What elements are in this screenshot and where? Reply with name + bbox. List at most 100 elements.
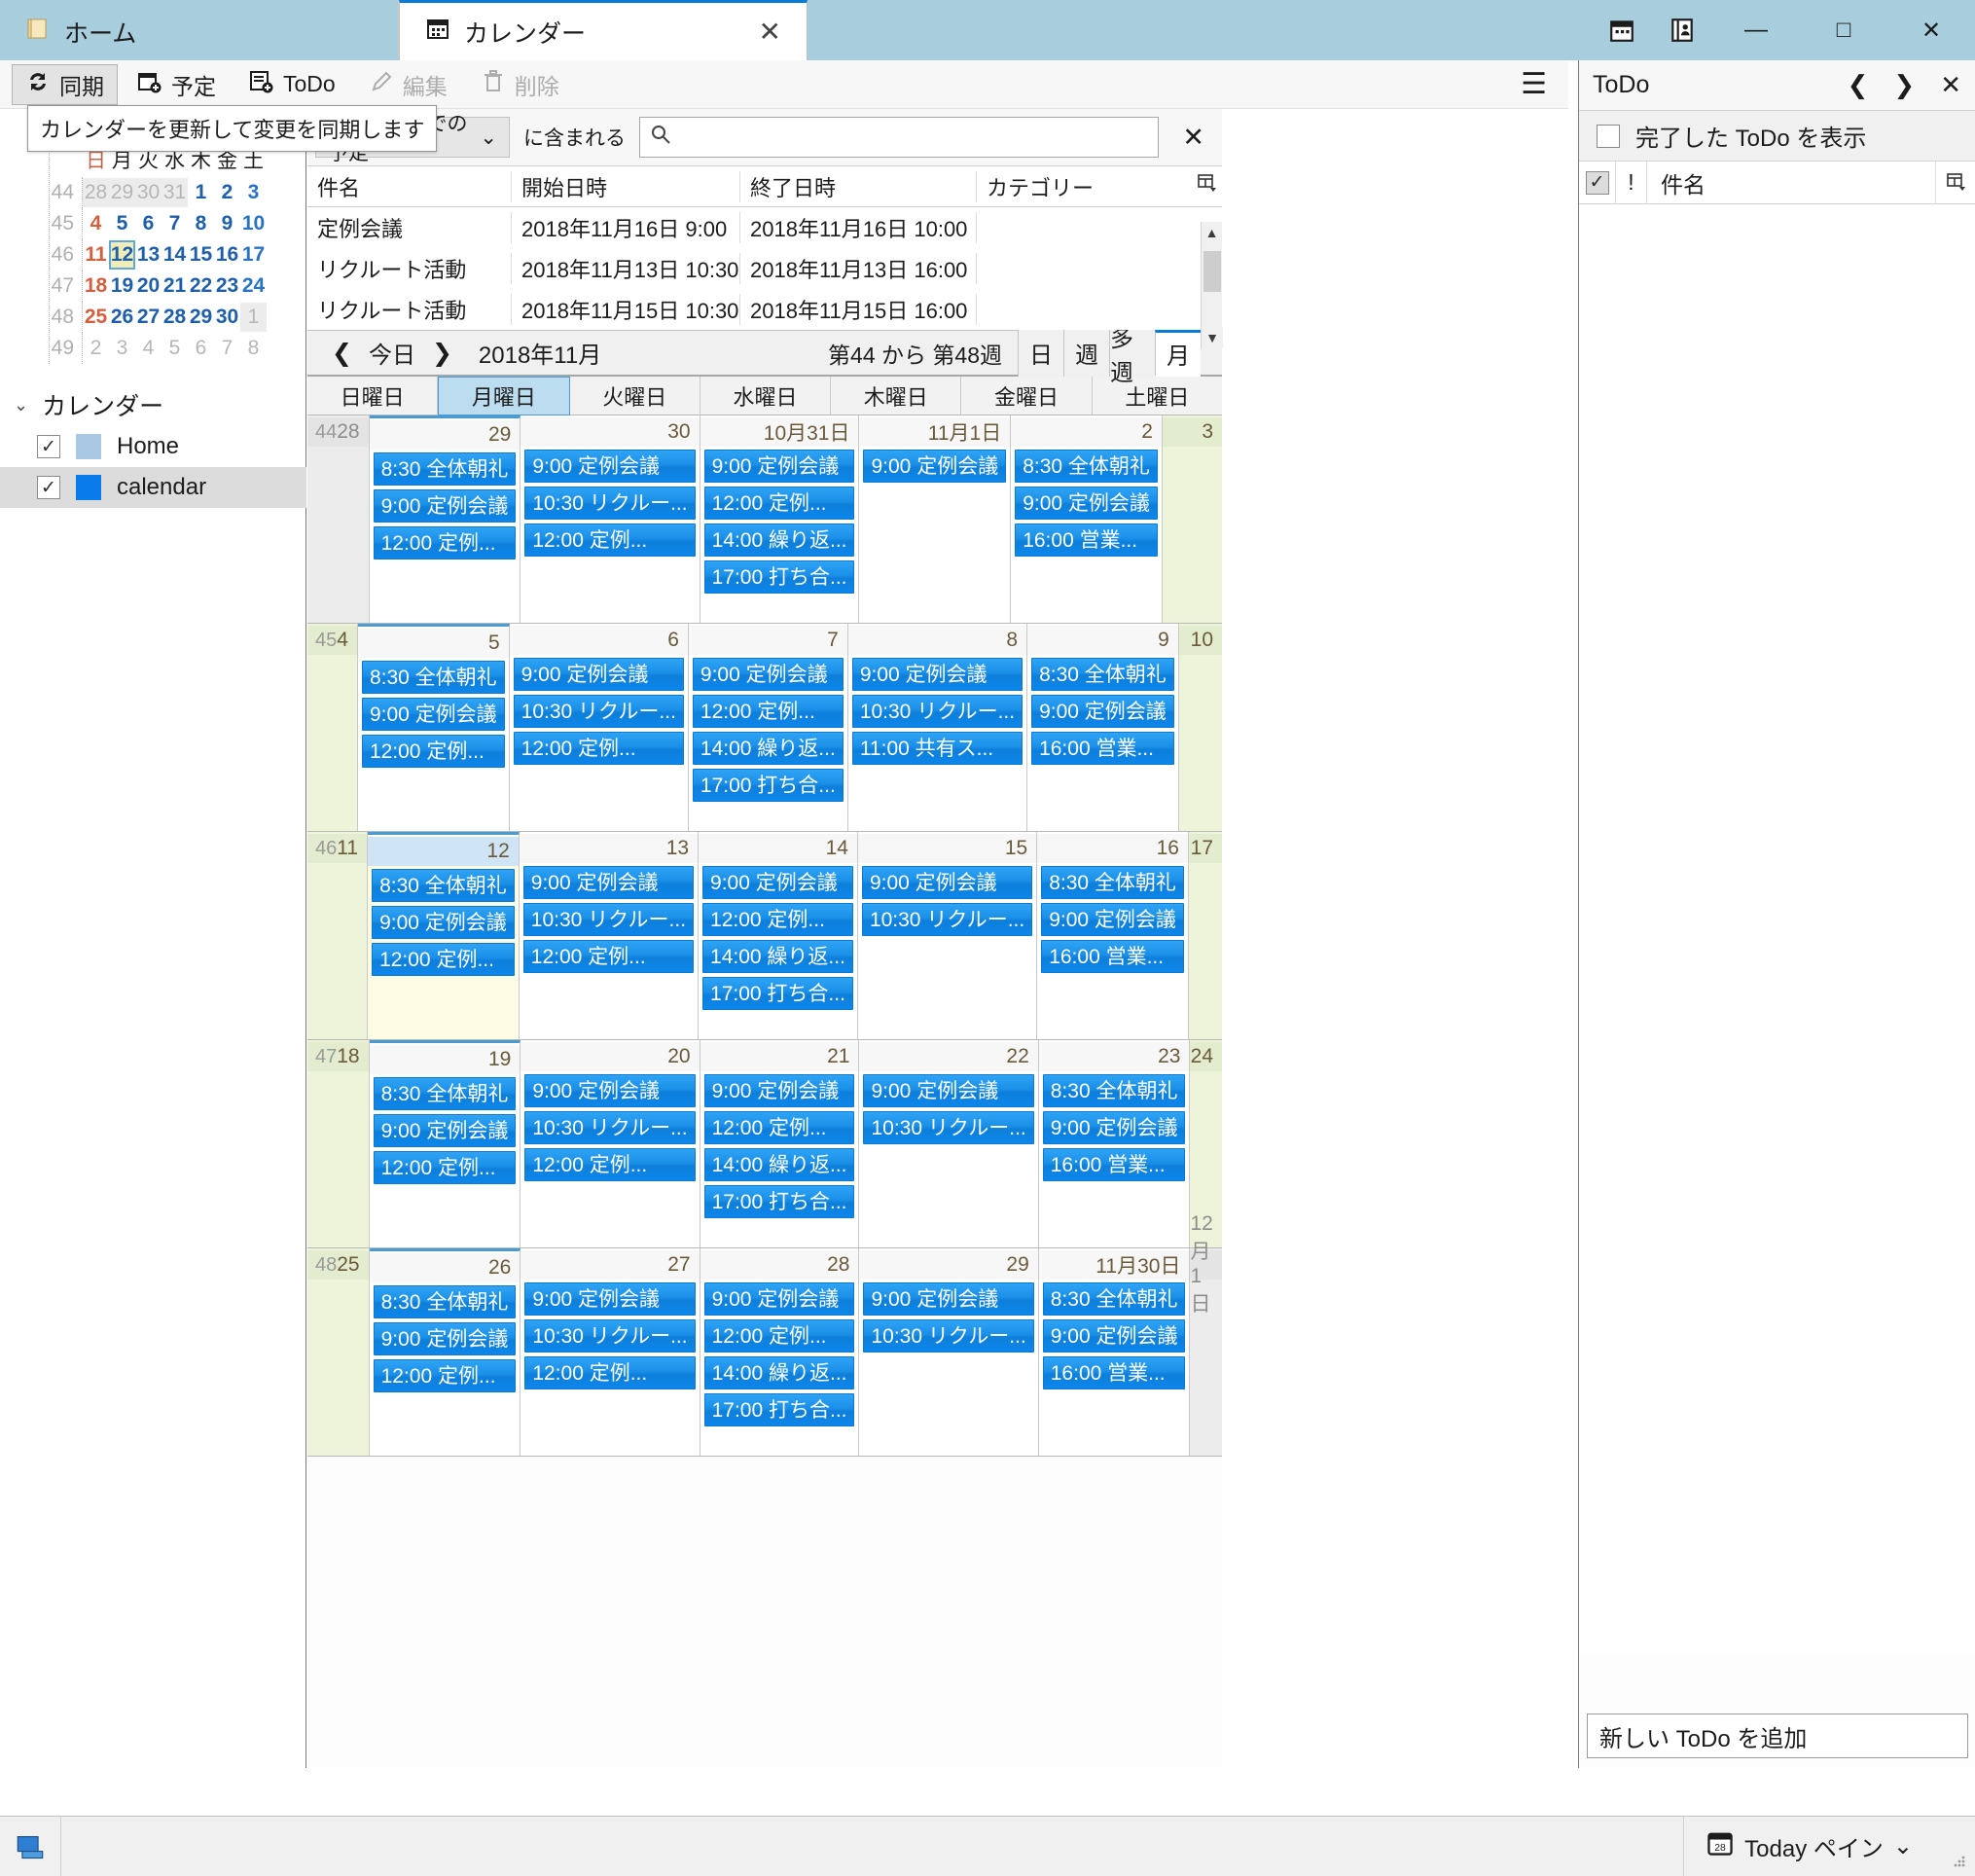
- calendar-event-chip[interactable]: 9:00 定例会議: [373, 1114, 517, 1147]
- calendar-event-chip[interactable]: 8:30 全体朝礼: [373, 452, 517, 486]
- calendar-pane-icon[interactable]: [1592, 0, 1652, 60]
- calendar-event-chip[interactable]: 12:00 定例...: [373, 526, 517, 559]
- view-button-月[interactable]: 月: [1155, 329, 1201, 377]
- calendar-event-chip[interactable]: 9:00 定例会議: [373, 1322, 517, 1355]
- mini-cal-day[interactable]: 28: [83, 178, 109, 207]
- tab-calendar[interactable]: カレンダー ✕: [399, 0, 808, 60]
- calendar-event-chip[interactable]: 8:30 全体朝礼: [373, 1077, 517, 1110]
- calendar-day-cell[interactable]: 9 8:30 全体朝礼 9:00 定例会議 16:00 営業...: [1027, 624, 1179, 831]
- calendar-event-chip[interactable]: 9:00 定例会議: [703, 1282, 855, 1316]
- calendar-event-chip[interactable]: 12:00 定例...: [703, 1111, 855, 1144]
- status-app-icon[interactable]: [0, 1832, 60, 1861]
- calendar-event-chip[interactable]: 10:30 リクルー...: [863, 1111, 1034, 1144]
- calendar-event-chip[interactable]: 9:00 定例会議: [513, 658, 684, 691]
- mini-cal-day[interactable]: 16: [214, 240, 240, 270]
- today-pane-toggle[interactable]: 28 Today ペイン ⌄: [1683, 1816, 1934, 1876]
- next-period-button[interactable]: ❯: [421, 339, 463, 368]
- calendar-event-chip[interactable]: 9:00 定例会議: [1041, 903, 1184, 936]
- calendar-event-chip[interactable]: 12:00 定例...: [703, 487, 855, 520]
- tab-close-icon[interactable]: ✕: [759, 18, 781, 46]
- calendar-event-chip[interactable]: 16:00 営業...: [1042, 1148, 1186, 1181]
- mini-cal-day[interactable]: 5: [109, 209, 135, 238]
- weekday-header-火曜日[interactable]: 火曜日: [569, 377, 700, 415]
- calendar-event-chip[interactable]: 10:30 リクルー...: [513, 695, 684, 728]
- mini-cal-day[interactable]: 8: [188, 209, 214, 238]
- calendar-day-cell[interactable]: 16 8:30 全体朝礼 9:00 定例会議 16:00 営業...: [1037, 832, 1189, 1039]
- calendar-day-cell[interactable]: 11月30日 8:30 全体朝礼 9:00 定例会議 16:00 営業...: [1038, 1248, 1191, 1456]
- calendar-event-chip[interactable]: 17:00 打ち合...: [703, 1393, 855, 1426]
- mini-cal-day[interactable]: 21: [162, 271, 188, 301]
- calendar-day-cell[interactable]: 29 9:00 定例会議 10:30 リクルー...: [859, 1248, 1039, 1456]
- todo-close-button[interactable]: ✕: [1940, 70, 1961, 100]
- calendar-visibility-checkbox[interactable]: ✓: [37, 435, 60, 458]
- search-input-wrapper[interactable]: [639, 117, 1160, 158]
- mini-cal-day[interactable]: 30: [135, 178, 162, 207]
- calendar-event-chip[interactable]: 8:30 全体朝礼: [1015, 450, 1158, 483]
- mini-cal-day[interactable]: 29: [109, 178, 135, 207]
- calendar-day-cell[interactable]: 19 8:30 全体朝礼 9:00 定例会議 12:00 定例...: [369, 1040, 521, 1247]
- mini-cal-day[interactable]: 6: [135, 209, 162, 238]
- weekday-header-月曜日[interactable]: 月曜日: [438, 377, 570, 415]
- mini-cal-day[interactable]: 2: [83, 334, 109, 363]
- search-input[interactable]: [681, 126, 1149, 149]
- close-button[interactable]: ✕: [1887, 0, 1975, 60]
- calendar-event-chip[interactable]: 12:00 定例...: [702, 903, 853, 936]
- calendar-tree-item-home[interactable]: ✓ Home: [0, 426, 306, 467]
- calendar-day-cell[interactable]: 12 8:30 全体朝礼 9:00 定例会議 12:00 定例...: [368, 832, 520, 1039]
- calendar-day-cell[interactable]: 27 9:00 定例会議 10:30 リクルー... 12:00 定例...: [521, 1248, 700, 1456]
- event-list-row[interactable]: 定例会議 2018年11月16日 9:00 2018年11月16日 10:00: [307, 207, 1222, 248]
- calendar-day-cell[interactable]: 6 9:00 定例会議 10:30 リクルー... 12:00 定例...: [509, 624, 689, 831]
- mini-cal-day[interactable]: 11: [83, 240, 109, 270]
- calendar-event-chip[interactable]: 9:00 定例会議: [861, 866, 1033, 899]
- calendar-event-chip[interactable]: 9:00 定例会議: [692, 658, 844, 691]
- todo-col-priority[interactable]: !: [1616, 161, 1647, 204]
- calendar-event-chip[interactable]: 9:00 定例会議: [702, 866, 853, 899]
- calendar-event-chip[interactable]: 9:00 定例会議: [361, 698, 505, 731]
- col-header-name[interactable]: 件名: [307, 170, 512, 202]
- mini-cal-day[interactable]: 23: [214, 271, 240, 301]
- calendar-day-cell[interactable]: 2 8:30 全体朝礼 9:00 定例会議 16:00 営業...: [1011, 415, 1163, 623]
- calendar-event-chip[interactable]: 16:00 営業...: [1041, 940, 1184, 973]
- view-button-多週[interactable]: 多週: [1109, 326, 1155, 386]
- mini-cal-day[interactable]: 7: [214, 334, 240, 363]
- calendar-event-chip[interactable]: 9:00 定例会議: [703, 1074, 855, 1107]
- calendar-event-chip[interactable]: 10:30 リクルー...: [524, 1319, 696, 1353]
- mini-cal-day[interactable]: 13: [135, 240, 162, 270]
- calendar-day-cell[interactable]: 22 9:00 定例会議 10:30 リクルー...: [859, 1040, 1039, 1247]
- mini-cal-day[interactable]: 18: [83, 271, 109, 301]
- calendar-event-chip[interactable]: 9:00 定例会議: [1042, 1111, 1186, 1144]
- maximize-button[interactable]: □: [1800, 0, 1887, 60]
- calendar-event-chip[interactable]: 8:30 全体朝礼: [1042, 1074, 1186, 1107]
- mini-cal-day[interactable]: 1: [188, 178, 214, 207]
- mini-cal-day[interactable]: 6: [188, 334, 214, 363]
- weekday-header-金曜日[interactable]: 金曜日: [961, 377, 1093, 415]
- calendar-event-chip[interactable]: 12:00 定例...: [703, 1319, 855, 1353]
- calendar-day-cell[interactable]: 47 18: [307, 1040, 370, 1247]
- mini-cal-day[interactable]: 10: [240, 209, 267, 238]
- new-appointment-button[interactable]: 予定: [124, 64, 230, 105]
- calendar-visibility-checkbox[interactable]: ✓: [37, 476, 60, 499]
- weekday-header-水曜日[interactable]: 水曜日: [700, 377, 832, 415]
- calendar-day-cell[interactable]: 5 8:30 全体朝礼 9:00 定例会議 12:00 定例...: [357, 624, 510, 831]
- calendar-event-chip[interactable]: 16:00 営業...: [1031, 732, 1174, 765]
- overflow-menu-icon[interactable]: ☰: [1521, 67, 1547, 101]
- todo-col-name[interactable]: 件名: [1647, 161, 1936, 204]
- calendar-event-chip[interactable]: 12:00 定例...: [692, 695, 844, 728]
- mini-cal-day[interactable]: 22: [188, 271, 214, 301]
- address-book-icon[interactable]: [1652, 0, 1712, 60]
- mini-cal-day[interactable]: 26: [109, 303, 135, 332]
- view-button-日[interactable]: 日: [1018, 329, 1063, 377]
- mini-cal-day[interactable]: 14: [162, 240, 188, 270]
- calendar-event-chip[interactable]: 12:00 定例...: [373, 1359, 517, 1392]
- mini-cal-day[interactable]: 27: [135, 303, 162, 332]
- new-todo-input[interactable]: 新しい ToDo を追加: [1587, 1714, 1968, 1758]
- calendar-event-chip[interactable]: 12:00 定例...: [373, 1151, 517, 1184]
- calendar-event-chip[interactable]: 9:00 定例会議: [863, 450, 1007, 483]
- calendar-event-chip[interactable]: 8:30 全体朝礼: [1042, 1282, 1186, 1316]
- chevron-down-icon[interactable]: ⌄: [1893, 1832, 1913, 1860]
- weekday-header-日曜日[interactable]: 日曜日: [307, 377, 439, 415]
- calendar-day-cell[interactable]: 14 9:00 定例会議 12:00 定例... 14:00 繰り返... 17:00 …: [699, 832, 858, 1039]
- calendar-event-chip[interactable]: 9:00 定例会議: [522, 866, 695, 899]
- view-button-週[interactable]: 週: [1063, 329, 1109, 377]
- calendar-event-chip[interactable]: 9:00 定例会議: [1031, 695, 1174, 728]
